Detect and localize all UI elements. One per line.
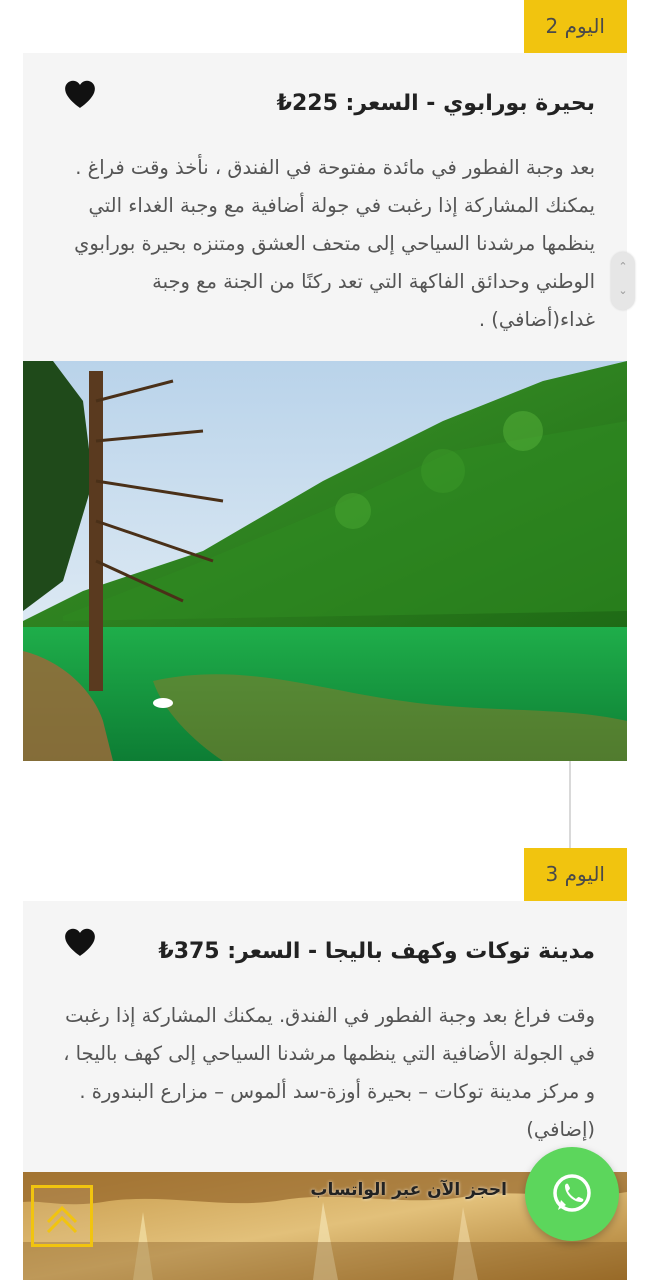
scroll-to-top-button[interactable] — [31, 1185, 93, 1247]
timeline-line — [569, 761, 571, 848]
whatsapp-booking-label[interactable]: احجز الآن عبر الواتساب — [310, 1180, 507, 1200]
day-3-title: مدينة توكات وكهف باليجا - السعر: 375₺ — [158, 939, 595, 964]
whatsapp-icon — [553, 1174, 591, 1212]
chevron-up-icon: ⌃ — [618, 260, 628, 273]
whatsapp-button[interactable] — [525, 1147, 619, 1241]
heart-icon[interactable] — [63, 79, 97, 109]
heart-icon[interactable] — [63, 927, 97, 957]
day-2-description: بعد وجبة الفطور في مائدة مفتوحة في الفند… — [74, 156, 595, 331]
day-2-card: بحيرة بورابوي - السعر: 225₺ بعد وجبة الف… — [23, 53, 627, 761]
chevron-down-icon: ⌄ — [618, 284, 628, 297]
lake-forest-photo — [23, 361, 627, 761]
page-scroll-handle[interactable]: ⌃ ⌄ — [611, 252, 635, 310]
day-2-title: بحيرة بورابوي - السعر: 225₺ — [276, 91, 595, 116]
chevron-up-icon — [46, 1205, 78, 1234]
day-3-tag: اليوم 3 — [523, 848, 627, 901]
day-3-description: وقت فراغ بعد وجبة الفطور في الفندق. يمكن… — [63, 1004, 595, 1141]
day-2-tag: اليوم 2 — [523, 0, 627, 53]
